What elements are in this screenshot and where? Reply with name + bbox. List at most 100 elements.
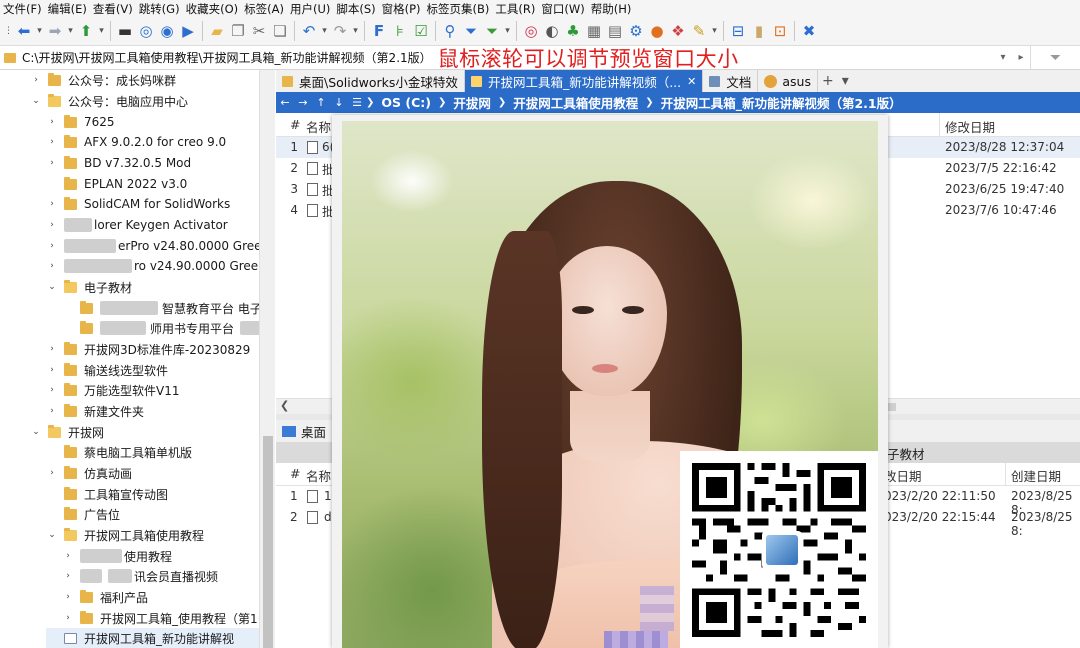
new-tab-plus-icon[interactable]: +	[818, 70, 838, 92]
tree-item[interactable]: 师用书专用平台	[62, 318, 259, 339]
down-arrow-icon[interactable]: ↓	[330, 96, 348, 109]
forward-arrow-icon[interactable]: ➡	[45, 20, 65, 42]
scroll-left-icon[interactable]: ❮	[280, 399, 289, 412]
list-menu-icon[interactable]: ☰	[348, 96, 366, 109]
tree-item[interactable]: › AFX 9.0.2.0 for creo 9.0	[46, 132, 226, 153]
address-bar[interactable]: C:\开拔网\开拔网工具箱使用教程\开拔网工具箱_新功能讲解视频（第2.1版） …	[0, 46, 1080, 71]
breadcrumb-segment[interactable]: OS (C:)	[374, 95, 438, 110]
tree-item[interactable]: › BD v7.32.0.5 Mod	[46, 153, 191, 174]
forward-arrow-icon[interactable]: →	[294, 96, 312, 109]
column-name[interactable]: 名称	[306, 117, 331, 136]
target-icon[interactable]: ◎	[136, 20, 156, 42]
expand-arrow-icon[interactable]: ›	[62, 551, 74, 561]
back-arrow-icon[interactable]: ←	[276, 96, 294, 109]
column-divider[interactable]	[939, 113, 940, 137]
column-divider[interactable]	[1005, 463, 1006, 486]
column-index[interactable]: #	[290, 466, 300, 481]
spiral-icon[interactable]: ◎	[521, 20, 541, 42]
tree-item[interactable]: › lorer Keygen Activator	[46, 215, 228, 236]
tree-item[interactable]: ⌄ 开拔网	[30, 422, 104, 443]
menu-user[interactable]: 用户(U)	[287, 1, 333, 17]
settings-icon[interactable]: ⚙	[626, 20, 646, 42]
back-dropdown-icon[interactable]: ▾	[35, 20, 44, 42]
tab-desktop-solidworks[interactable]: 桌面\Solidworks小金球特效	[276, 70, 465, 92]
expand-arrow-icon[interactable]: ›	[62, 571, 74, 581]
expand-arrow-icon[interactable]: ›	[46, 137, 58, 147]
redo-icon[interactable]: ↷	[330, 20, 350, 42]
expand-arrow-icon[interactable]: ›	[46, 468, 58, 478]
tree-item[interactable]: 工具箱宣传动图	[46, 484, 168, 505]
checkbox-icon[interactable]: ☑	[411, 20, 431, 42]
breadcrumb-segment[interactable]: 开拔网	[446, 93, 498, 112]
column-index[interactable]: #	[290, 117, 300, 132]
tab-asus[interactable]: asus	[758, 70, 818, 92]
column-modified[interactable]: 改日期	[884, 466, 922, 485]
tab-close-icon[interactable]: ✕	[687, 75, 696, 88]
expand-arrow-icon[interactable]: ›	[46, 199, 58, 209]
tree-item[interactable]: › 仿真动画	[46, 463, 132, 484]
menu-tabsets[interactable]: 标签页集(B)	[424, 1, 493, 17]
format-icon[interactable]: F	[369, 20, 389, 42]
filter-icon[interactable]: ⏷	[461, 20, 481, 42]
tab-list-dropdown-icon[interactable]: ▾	[838, 70, 853, 92]
column-modified[interactable]: 修改日期	[945, 117, 995, 136]
filter-dropdown-icon[interactable]: ▾	[503, 20, 512, 42]
tree-icon[interactable]: ♣	[563, 20, 583, 42]
tree-item-selected[interactable]: 开拔网工具箱_新功能讲解视	[46, 628, 259, 648]
ball-icon[interactable]: ●	[647, 20, 667, 42]
tab-documents[interactable]: 文档	[703, 70, 759, 92]
collapse-arrow-icon[interactable]: ⌄	[30, 96, 42, 106]
expand-arrow-icon[interactable]: ›	[46, 241, 58, 251]
panel-icon[interactable]: ▮	[749, 20, 769, 42]
filter-green-icon[interactable]: ⏷	[482, 20, 502, 42]
search-icon[interactable]: ⚲	[440, 20, 460, 42]
up-arrow-icon[interactable]: ↑	[312, 96, 330, 109]
tree-view-icon[interactable]: ⊧	[390, 20, 410, 42]
expand-arrow-icon[interactable]: ›	[46, 365, 58, 375]
tree-item[interactable]: EPLAN 2022 v3.0	[46, 174, 187, 195]
expand-arrow-icon[interactable]: ›	[46, 406, 58, 416]
tree-item[interactable]: › 开拔网3D标准件库-20230829	[46, 339, 250, 360]
tree-item[interactable]: › 新建文件夹	[46, 401, 144, 422]
tree-item[interactable]: › 输送线选型软件	[46, 360, 168, 381]
broom-icon[interactable]: ✎	[689, 20, 709, 42]
menu-goto[interactable]: 跳转(G)	[136, 1, 183, 17]
tree-scrollbar[interactable]	[259, 70, 275, 648]
expand-arrow-icon[interactable]: ›	[46, 261, 58, 271]
address-dropdown-icon[interactable]: ▾	[994, 52, 1012, 63]
color-drops-icon[interactable]: ❖	[668, 20, 688, 42]
menu-help[interactable]: 帮助(H)	[588, 1, 635, 17]
menu-view[interactable]: 查看(V)	[90, 1, 136, 17]
tree-item[interactable]: › 公众号：成长妈咪群	[30, 70, 176, 91]
search-circle-icon[interactable]: ◉	[157, 20, 177, 42]
tools-icon[interactable]: ✖	[799, 20, 819, 42]
tab-desktop[interactable]: 桌面	[276, 420, 332, 442]
menu-tools[interactable]: 工具(R)	[492, 1, 538, 17]
redo-dropdown-icon[interactable]: ▾	[351, 20, 360, 42]
up-arrow-icon[interactable]: ⬆	[76, 20, 96, 42]
expand-arrow-icon[interactable]: ›	[46, 385, 58, 395]
column-name[interactable]: 名称	[306, 466, 331, 485]
grid-icon[interactable]: ▦	[584, 20, 604, 42]
menu-file[interactable]: 文件(F)	[0, 1, 45, 17]
expand-arrow-icon[interactable]: ›	[30, 75, 42, 85]
breadcrumb-segment[interactable]: 开拔网工具箱使用教程	[506, 93, 645, 112]
tree-scrollbar-thumb[interactable]	[263, 436, 273, 648]
tree-item[interactable]: › 福利产品	[62, 587, 148, 608]
up-dropdown-icon[interactable]: ▾	[97, 20, 106, 42]
tree-item[interactable]: 蔡电脑工具箱单机版	[46, 442, 192, 463]
stop-icon[interactable]: ⊡	[770, 20, 790, 42]
address-path[interactable]: C:\开拔网\开拔网工具箱使用教程\开拔网工具箱_新功能讲解视频（第2.1版）	[22, 49, 432, 66]
tree-item[interactable]: › ro v24.90.0000 Green	[46, 256, 259, 277]
tree-item[interactable]: 智慧教育平台 电子	[62, 298, 259, 319]
tree-item[interactable]: › 万能选型软件V11	[46, 380, 179, 401]
collapse-arrow-icon[interactable]: ⌄	[46, 530, 58, 540]
menu-favorites[interactable]: 收藏夹(O)	[183, 1, 242, 17]
split-horizontal-icon[interactable]: ⊟	[728, 20, 748, 42]
monitor-icon[interactable]: ▬	[115, 20, 135, 42]
undo-icon[interactable]: ↶	[299, 20, 319, 42]
tree-item[interactable]: ⌄ 开拔网工具箱使用教程	[46, 525, 204, 546]
breadcrumb-segment[interactable]: 开拔网工具箱_新功能讲解视频（第2.1版）	[654, 93, 909, 112]
tree-item[interactable]: ⌄ 电子教材	[46, 277, 132, 298]
tree-item[interactable]: › SolidCAM for SolidWorks	[46, 194, 230, 215]
